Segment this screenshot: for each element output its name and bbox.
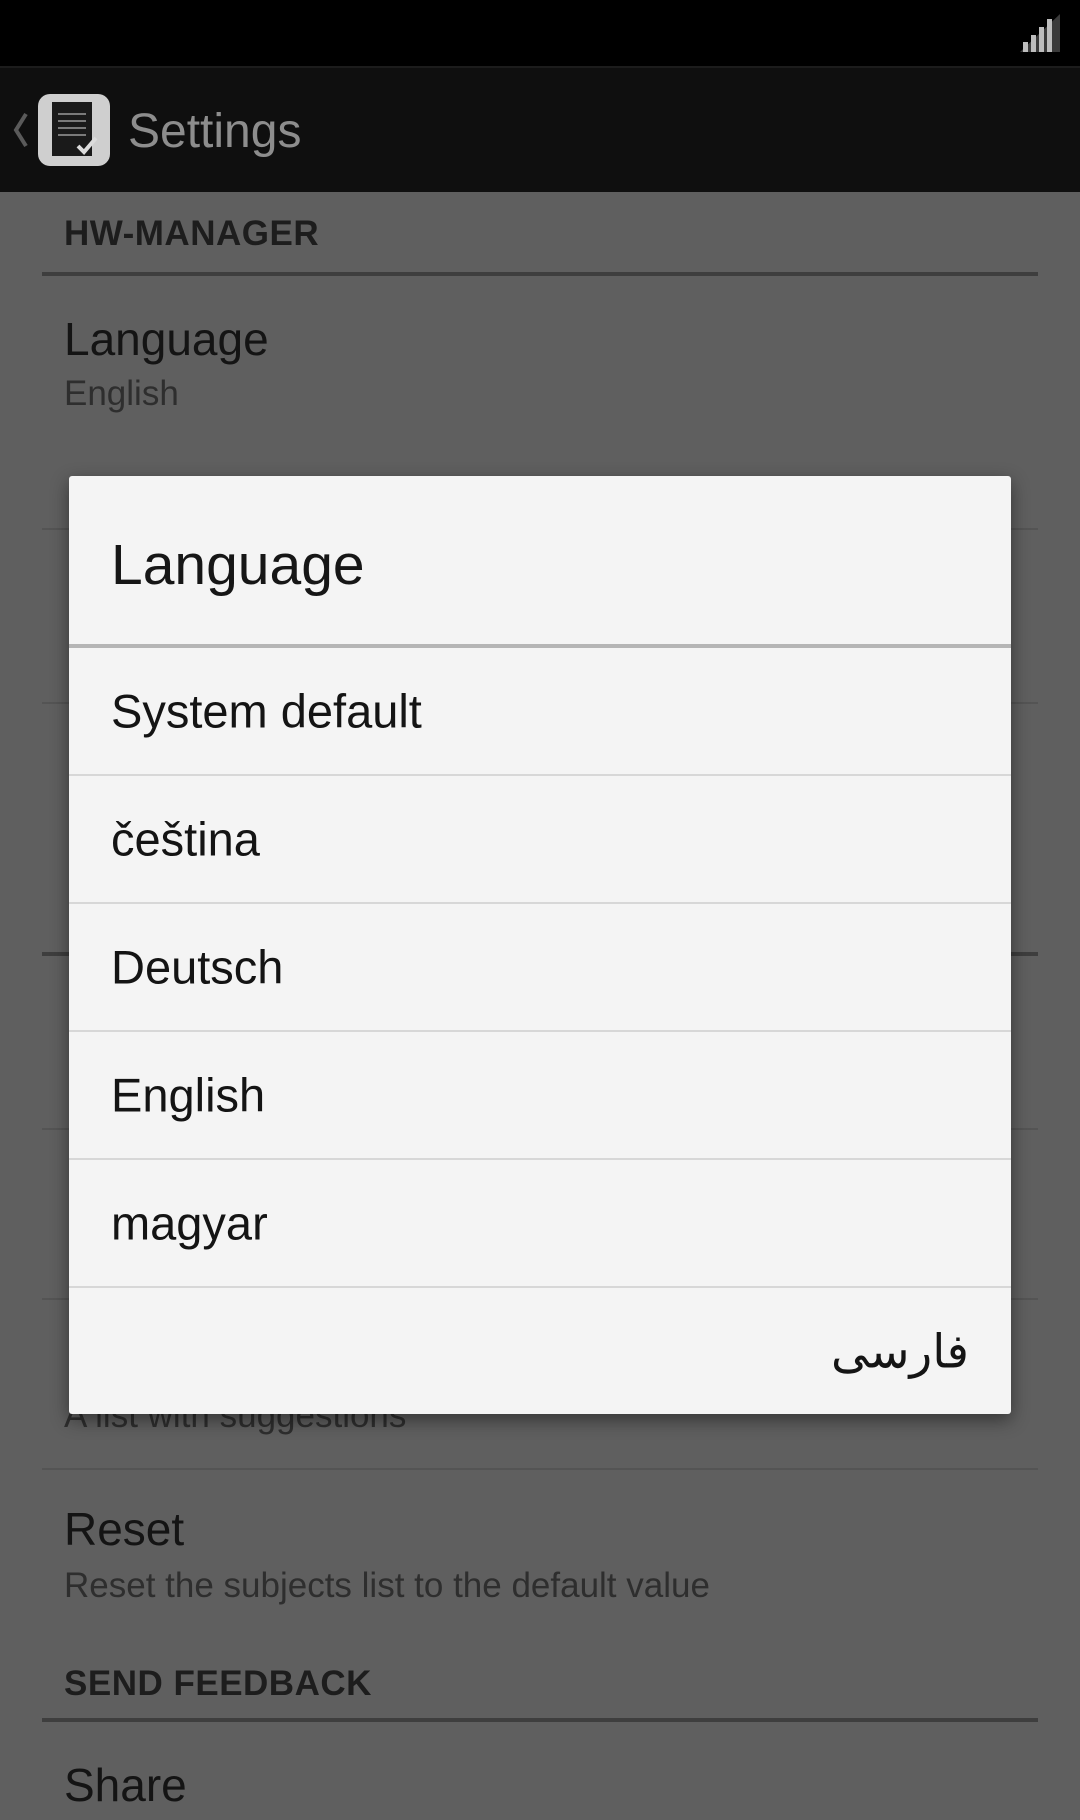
- divider: [42, 1468, 1038, 1470]
- status-bar: [0, 0, 1080, 66]
- language-option-persian[interactable]: فارسی: [69, 1288, 1011, 1416]
- document-check-icon: [52, 102, 98, 156]
- page-title: Settings: [128, 105, 302, 158]
- language-option-hungarian[interactable]: magyar: [69, 1160, 1011, 1288]
- reset-pref-title[interactable]: Reset: [64, 1502, 184, 1556]
- option-label: System default: [111, 684, 422, 738]
- share-pref-title[interactable]: Share: [64, 1758, 187, 1812]
- option-label: magyar: [111, 1196, 268, 1250]
- option-label: English: [111, 1068, 266, 1122]
- category-send-feedback: SEND FEEDBACK: [64, 1664, 372, 1703]
- language-option-german[interactable]: Deutsch: [69, 904, 1011, 1032]
- language-option-system-default[interactable]: System default: [69, 648, 1011, 776]
- language-option-english[interactable]: English: [69, 1032, 1011, 1160]
- action-bar: Settings: [0, 66, 1080, 192]
- language-pref-title[interactable]: Language: [64, 312, 269, 366]
- option-label: فارسی: [830, 1324, 969, 1380]
- language-dialog: Language System default čeština Deutsch …: [69, 476, 1011, 1414]
- category-divider: [42, 1718, 1038, 1722]
- option-label: Deutsch: [111, 940, 284, 994]
- chevron-left-icon[interactable]: [10, 110, 30, 150]
- category-divider: [42, 272, 1038, 276]
- category-hw-manager: HW-MANAGER: [64, 214, 320, 253]
- app-logo[interactable]: [38, 94, 110, 166]
- option-label: čeština: [111, 812, 260, 866]
- language-pref-summary: English: [64, 374, 179, 413]
- dialog-title: Language: [111, 533, 365, 597]
- reset-pref-summary: Reset the subjects list to the default v…: [64, 1566, 710, 1605]
- signal-bars-icon: [1020, 14, 1060, 52]
- language-option-czech[interactable]: čeština: [69, 776, 1011, 904]
